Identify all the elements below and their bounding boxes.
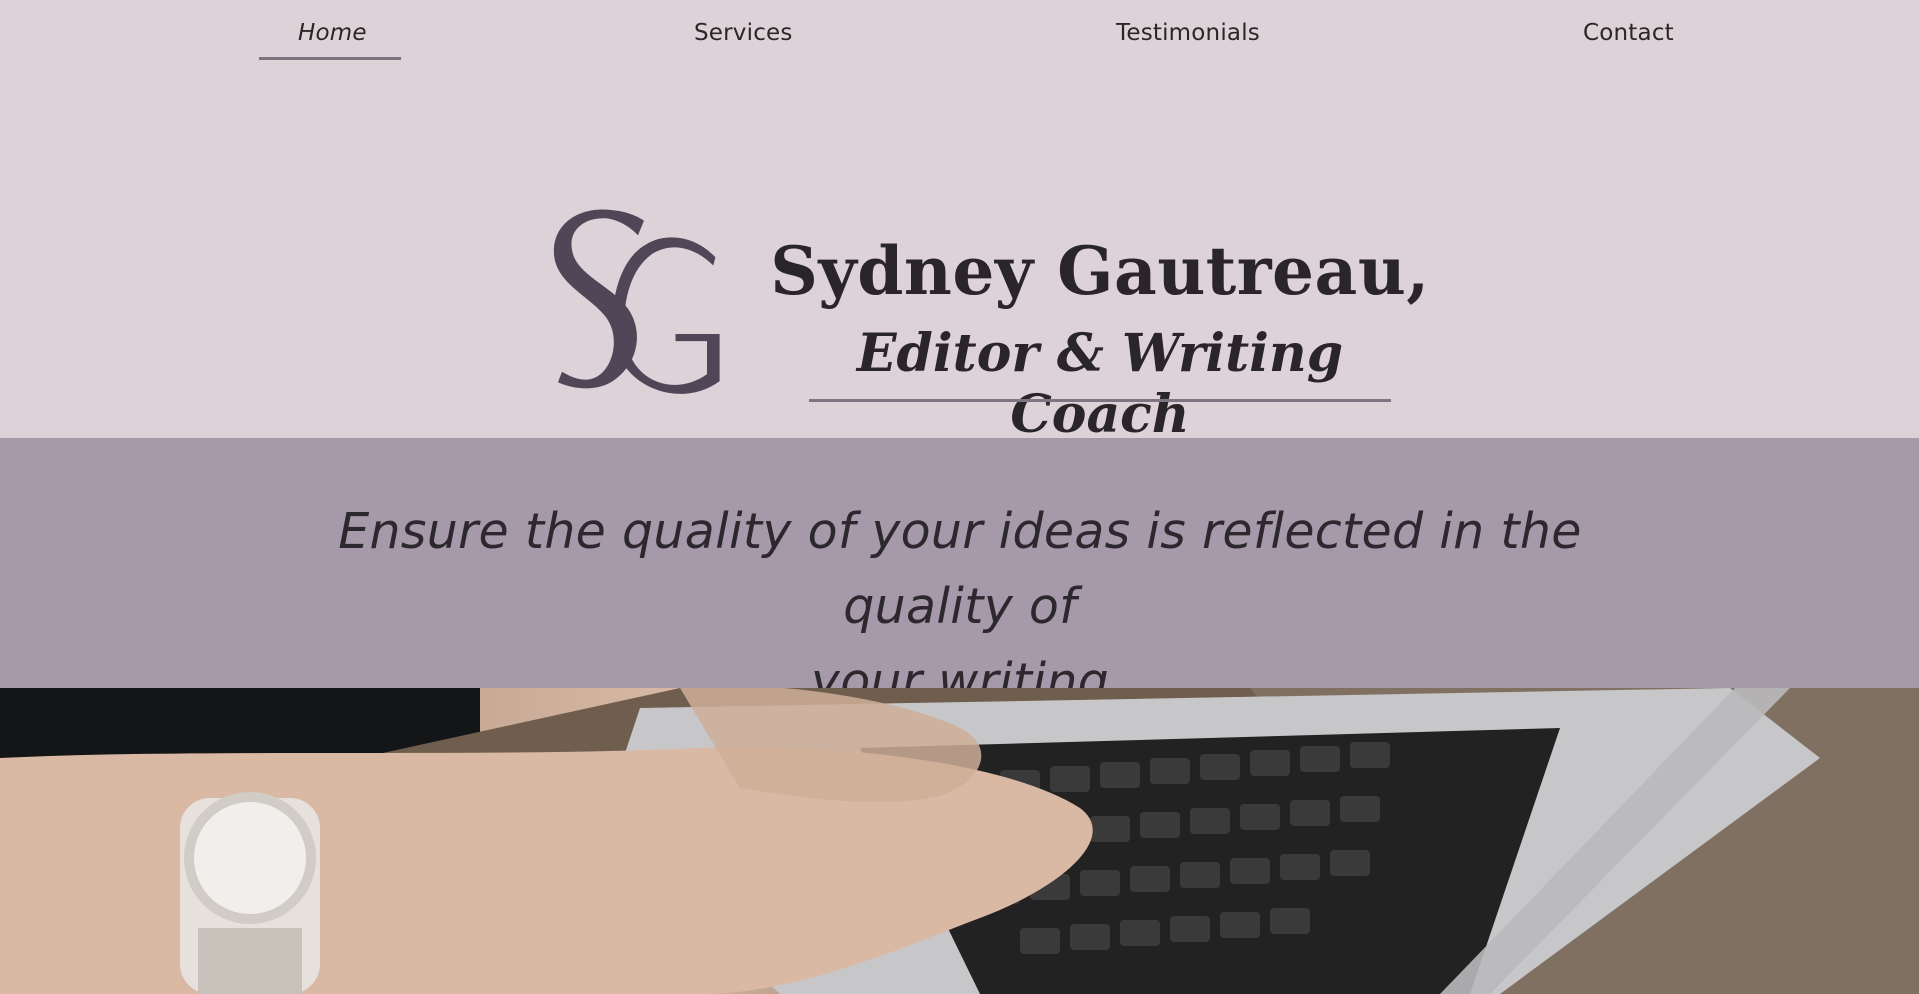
hands-typing-on-laptop-image	[0, 688, 1919, 994]
nav-link-home[interactable]: Home	[298, 20, 367, 46]
sg-monogram-logo[interactable]	[544, 168, 734, 404]
tagline-text: Ensure the quality of your ideas is refl…	[260, 494, 1660, 719]
top-navigation: Home Services Testimonials Contact	[0, 0, 1919, 70]
hero-header: Sydney Gautreau, Editor & Writing Coach	[0, 70, 1919, 445]
nav-link-services[interactable]: Services	[694, 20, 793, 46]
tagline-line-1: Ensure the quality of your ideas is refl…	[338, 503, 1582, 635]
site-owner-role: Editor & Writing Coach	[856, 323, 1344, 445]
tagline-banner: Ensure the quality of your ideas is refl…	[0, 438, 1919, 710]
site-owner-name: Sydney Gautreau,	[770, 232, 1430, 310]
title-divider	[809, 399, 1391, 402]
nav-link-testimonials[interactable]: Testimonials	[1116, 20, 1260, 46]
nav-link-contact[interactable]: Contact	[1583, 20, 1674, 46]
nav-active-underline	[259, 57, 401, 60]
hero-photo	[0, 688, 1919, 994]
